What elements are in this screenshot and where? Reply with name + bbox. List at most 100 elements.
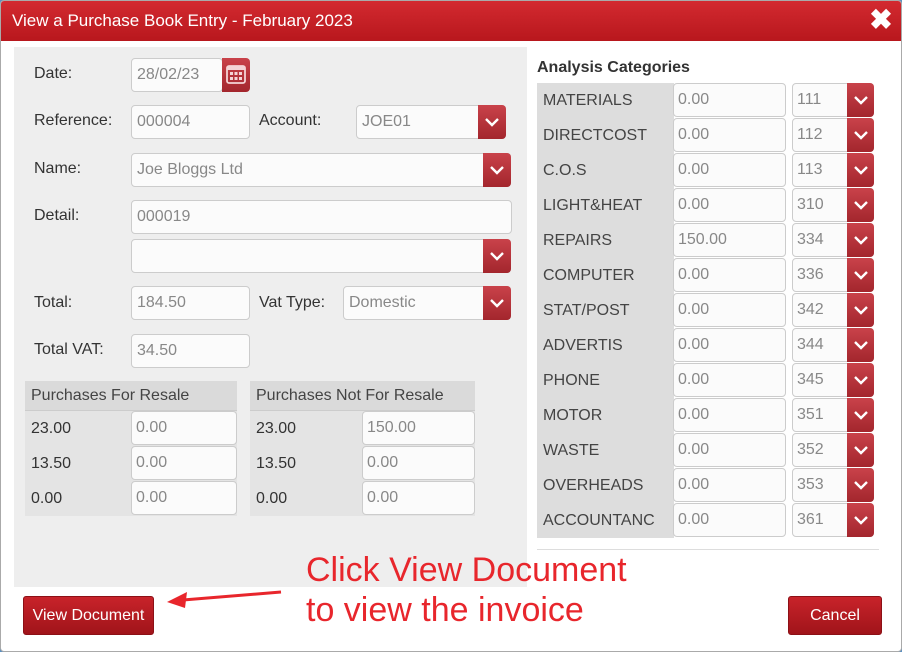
- analysis-code-dropdown-button[interactable]: [847, 363, 874, 397]
- analysis-category-name: OVERHEADS: [543, 477, 644, 494]
- chevron-down-icon: [485, 118, 499, 127]
- analysis-code-select[interactable]: 352: [792, 433, 874, 467]
- detail-label: Detail:: [34, 207, 80, 224]
- analysis-code-select[interactable]: 345: [792, 363, 874, 397]
- close-icon[interactable]: ✖: [869, 6, 893, 34]
- chevron-down-icon: [854, 131, 868, 140]
- analysis-code-select[interactable]: 353: [792, 468, 874, 502]
- analysis-category-name: PHONE: [543, 372, 600, 389]
- analysis-code: 353: [797, 476, 824, 493]
- name-select[interactable]: Joe Bloggs Ltd: [131, 153, 511, 187]
- detail-select[interactable]: [131, 239, 511, 273]
- analysis-code-select[interactable]: 344: [792, 328, 874, 362]
- analysis-code-dropdown-button[interactable]: [847, 398, 874, 432]
- analysis-value: 0.00: [678, 441, 710, 458]
- analysis-code-select[interactable]: 351: [792, 398, 874, 432]
- calendar-button[interactable]: [222, 58, 250, 92]
- analysis-value-field[interactable]: 0.00: [673, 258, 786, 292]
- resale-value-field[interactable]: 0.00: [131, 446, 237, 480]
- analysis-value-field[interactable]: 150.00: [673, 223, 786, 257]
- account-select[interactable]: JOE01: [356, 105, 506, 139]
- resale-value-field[interactable]: 0.00: [131, 411, 237, 445]
- analysis-value-field[interactable]: 0.00: [673, 398, 786, 432]
- not-resale-rate: 13.50: [256, 455, 297, 472]
- dialog-title: View a Purchase Book Entry - February 20…: [12, 11, 353, 30]
- analysis-category-name: ADVERTIS: [543, 337, 623, 354]
- chevron-down-icon: [854, 411, 868, 420]
- analysis-code-dropdown-button[interactable]: [847, 293, 874, 327]
- analysis-code-dropdown-button[interactable]: [847, 118, 874, 152]
- name-dropdown-button[interactable]: [483, 153, 511, 187]
- analysis-category-name: ACCOUNTANC: [543, 512, 655, 529]
- date-value: 28/02/23: [137, 66, 200, 83]
- analysis-code-dropdown-button[interactable]: [847, 503, 874, 537]
- date-field[interactable]: 28/02/23: [131, 58, 223, 92]
- analysis-code: 342: [797, 301, 824, 318]
- analysis-code: 361: [797, 511, 824, 528]
- analysis-code-dropdown-button[interactable]: [847, 468, 874, 502]
- account-value: JOE01: [362, 113, 411, 130]
- analysis-code-dropdown-button[interactable]: [847, 258, 874, 292]
- reference-field[interactable]: 000004: [131, 105, 250, 139]
- detail-field[interactable]: 000019: [131, 200, 512, 234]
- analysis-code-select[interactable]: 113: [792, 153, 874, 187]
- annotation-text: Click View Document to view the invoice: [306, 550, 686, 630]
- analysis-code-select[interactable]: 336: [792, 258, 874, 292]
- analysis-value-field[interactable]: 0.00: [673, 503, 786, 537]
- analysis-code-dropdown-button[interactable]: [847, 433, 874, 467]
- analysis-value: 0.00: [678, 406, 710, 423]
- analysis-code-dropdown-button[interactable]: [847, 83, 874, 117]
- not-resale-value-field[interactable]: 150.00: [362, 411, 475, 445]
- reference-label: Reference:: [34, 112, 113, 129]
- view-document-button[interactable]: View Document: [23, 596, 154, 635]
- analysis-code-select[interactable]: 334: [792, 223, 874, 257]
- account-dropdown-button[interactable]: [478, 105, 506, 139]
- chevron-down-icon: [854, 201, 868, 210]
- analysis-code-dropdown-button[interactable]: [847, 223, 874, 257]
- analysis-value-field[interactable]: 0.00: [673, 328, 786, 362]
- not-resale-value-field[interactable]: 0.00: [362, 446, 475, 480]
- analysis-code: 352: [797, 441, 824, 458]
- total-label: Total:: [34, 294, 73, 311]
- detail-dropdown-button[interactable]: [483, 239, 511, 273]
- analysis-code-select[interactable]: 112: [792, 118, 874, 152]
- chevron-down-icon: [854, 516, 868, 525]
- analysis-value-field[interactable]: 0.00: [673, 188, 786, 222]
- vat-type-value: Domestic: [349, 294, 416, 311]
- analysis-value-field[interactable]: 0.00: [673, 293, 786, 327]
- analysis-value-field[interactable]: 0.00: [673, 153, 786, 187]
- analysis-code: 345: [797, 371, 824, 388]
- chevron-down-icon: [854, 96, 868, 105]
- analysis-value-field[interactable]: 0.00: [673, 83, 786, 117]
- total-vat-field[interactable]: 34.50: [131, 334, 250, 368]
- analysis-value-field[interactable]: 0.00: [673, 363, 786, 397]
- analysis-code-dropdown-button[interactable]: [847, 188, 874, 222]
- cancel-button[interactable]: Cancel: [788, 596, 882, 635]
- chevron-down-icon: [854, 376, 868, 385]
- analysis-code-select[interactable]: 111: [792, 83, 874, 117]
- analysis-value-field[interactable]: 0.00: [673, 118, 786, 152]
- chevron-down-icon: [490, 299, 504, 308]
- resale-header: Purchases For Resale: [25, 381, 237, 411]
- chevron-down-icon: [490, 252, 504, 261]
- calendar-icon: [226, 65, 246, 84]
- vat-type-select[interactable]: Domestic: [343, 286, 511, 320]
- chevron-down-icon: [854, 236, 868, 245]
- not-resale-value-field[interactable]: 0.00: [362, 481, 475, 515]
- analysis-code-select[interactable]: 310: [792, 188, 874, 222]
- analysis-code-select[interactable]: 342: [792, 293, 874, 327]
- reference-value: 000004: [137, 113, 191, 130]
- chevron-down-icon: [854, 481, 868, 490]
- date-label: Date:: [34, 65, 73, 82]
- vat-type-dropdown-button[interactable]: [483, 286, 511, 320]
- resale-value-field[interactable]: 0.00: [131, 481, 237, 515]
- analysis-value: 0.00: [678, 301, 710, 318]
- analysis-code-select[interactable]: 361: [792, 503, 874, 537]
- analysis-code-dropdown-button[interactable]: [847, 153, 874, 187]
- analysis-value: 150.00: [678, 231, 727, 248]
- total-field[interactable]: 184.50: [131, 286, 250, 320]
- analysis-value-field[interactable]: 0.00: [673, 468, 786, 502]
- analysis-code: 336: [797, 266, 824, 283]
- analysis-value-field[interactable]: 0.00: [673, 433, 786, 467]
- analysis-code-dropdown-button[interactable]: [847, 328, 874, 362]
